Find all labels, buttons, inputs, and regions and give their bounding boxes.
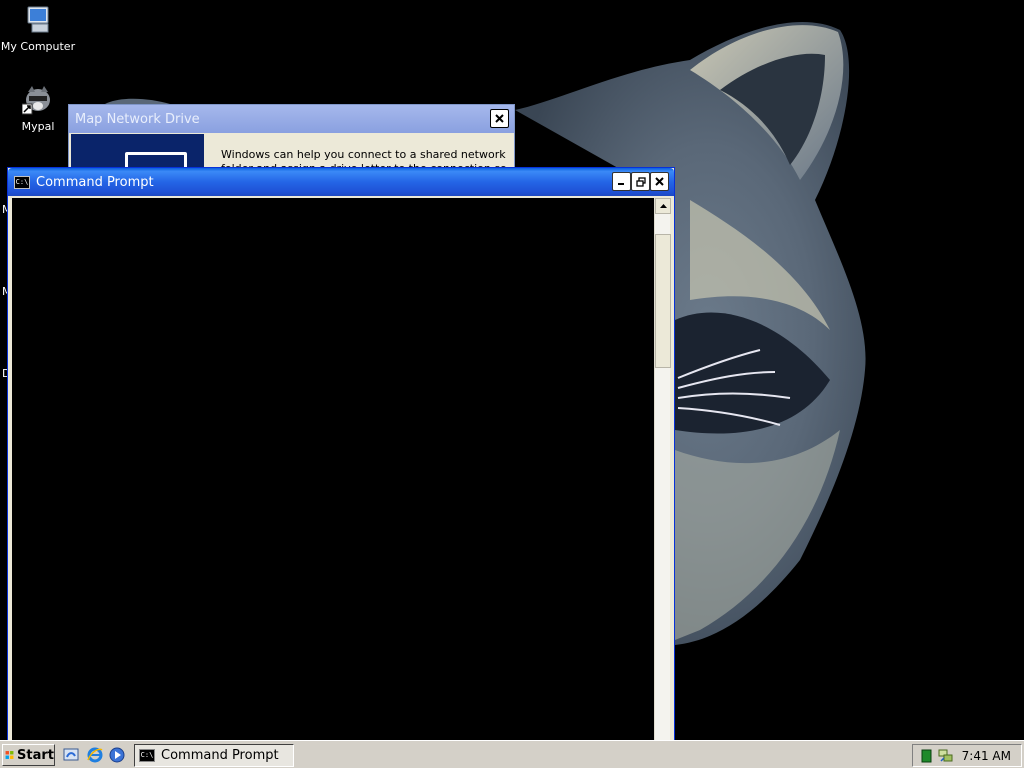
scrollbar-thumb[interactable]	[655, 234, 671, 368]
desktop-icon-my-computer[interactable]: My Computer	[0, 4, 76, 53]
command-prompt-titlebar[interactable]: C:\ Command Prompt	[8, 168, 674, 196]
scroll-up-button[interactable]	[655, 198, 671, 214]
vertical-scrollbar[interactable]	[654, 198, 671, 746]
network-status-icon[interactable]	[921, 749, 933, 763]
close-icon	[495, 114, 504, 123]
taskbar-button-label: Command Prompt	[161, 748, 279, 763]
map-network-drive-titlebar[interactable]: Map Network Drive	[69, 105, 514, 133]
minimize-button[interactable]	[612, 172, 631, 191]
close-icon	[655, 177, 664, 186]
show-desktop-icon[interactable]	[62, 746, 80, 764]
command-prompt-window[interactable]: C:\ Command Prompt	[7, 167, 675, 747]
close-button[interactable]	[650, 172, 669, 191]
restore-button[interactable]	[631, 172, 650, 191]
internet-explorer-icon[interactable]	[86, 746, 104, 764]
taskbar: Start C:\ Command Prompt 7:41 AM	[0, 740, 1024, 768]
console-icon: C:\	[14, 175, 30, 189]
my-computer-icon	[22, 4, 54, 36]
minimize-icon	[618, 183, 624, 185]
desktop-icon-label: Mypal	[21, 120, 55, 133]
mypal-raccoon-icon	[21, 84, 54, 116]
clock: 7:41 AM	[961, 748, 1011, 763]
restore-icon	[635, 176, 646, 187]
desktop-icon-label: My Computer	[0, 40, 76, 53]
taskbar-button-command-prompt[interactable]: C:\ Command Prompt	[134, 744, 294, 767]
close-button[interactable]	[490, 109, 509, 128]
connection-icon[interactable]	[938, 748, 954, 764]
start-label: Start	[17, 747, 54, 763]
media-player-icon[interactable]	[108, 746, 126, 764]
windows-logo-icon	[5, 751, 14, 759]
window-title: Map Network Drive	[75, 111, 200, 127]
start-button[interactable]: Start	[2, 744, 55, 766]
console-output-area[interactable]	[12, 198, 656, 746]
window-title: Command Prompt	[36, 174, 154, 190]
system-tray: 7:41 AM	[912, 744, 1022, 767]
arrow-up-icon	[659, 204, 667, 208]
console-icon: C:\	[139, 749, 155, 762]
desktop-icon-mypal[interactable]: Mypal	[0, 84, 76, 133]
